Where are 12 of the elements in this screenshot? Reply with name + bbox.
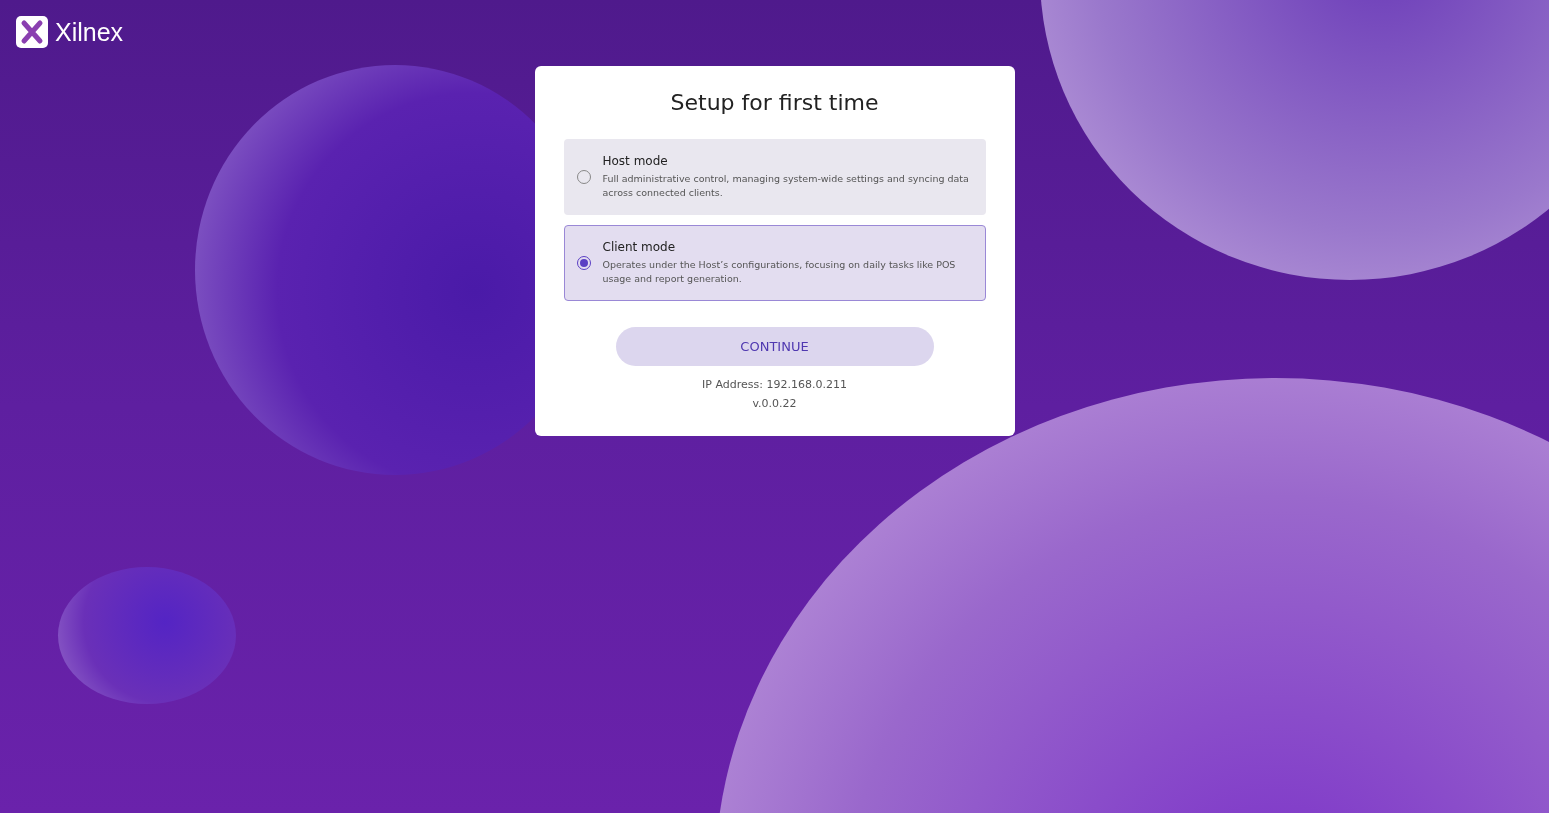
continue-button[interactable]: CONTINUE: [615, 327, 934, 366]
mode-option[interactable]: Client mode Operates under the Host’s configurations, focusing on daily tasks like POS usage and report generation.: [563, 225, 986, 301]
ip-address: IP Address: 192.168.0.211: [702, 378, 847, 391]
brand-name: Xilnex: [55, 17, 124, 47]
option-description: Full administrative control, managing system-wide settings and syncing data across connected clients.: [602, 172, 970, 200]
option-description: Operates under the Host’s configurations, focusing on daily tasks like POS usage and report generation.: [602, 258, 957, 286]
mode-option[interactable]: Host mode Full administrative control, managing system-wide settings and syncing data across connected clients.: [563, 139, 986, 215]
option-title: Client mode: [602, 240, 677, 254]
dialog-title: Setup for first time: [670, 90, 879, 115]
option-title: Host mode: [602, 154, 669, 168]
version-label: v.0.0.22: [752, 397, 797, 410]
logo-icon: [16, 16, 48, 48]
